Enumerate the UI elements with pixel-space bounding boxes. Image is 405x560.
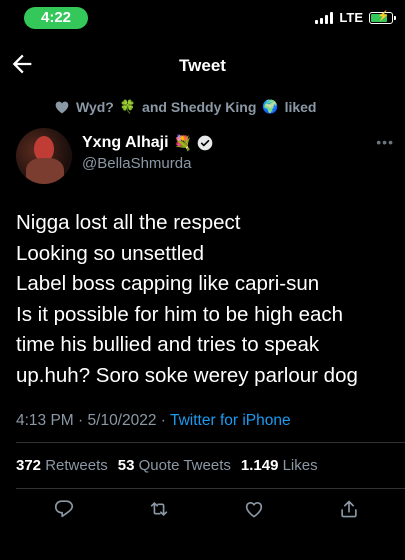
page-title: Tweet <box>179 56 226 75</box>
retweet-icon[interactable] <box>148 498 170 520</box>
tweet-source[interactable]: Twitter for iPhone <box>170 412 291 429</box>
tweet-meta: 4:13 PM · 5/10/2022 · Twitter for iPhone <box>16 412 291 429</box>
tweet-stats: 372 Retweets 53 Quote Tweets 1.149 Likes <box>16 457 318 474</box>
globe-emoji: 🌍 <box>262 99 279 114</box>
divider <box>16 488 405 489</box>
tweet-line: Label boss capping like capri-sun <box>16 272 320 295</box>
tweet-line: Nigga lost all the respect <box>16 211 241 234</box>
status-time: 4:22 <box>24 7 88 29</box>
retweets-stat[interactable]: 372 Retweets <box>16 457 108 474</box>
share-icon[interactable] <box>338 498 360 520</box>
quotes-stat[interactable]: 53 Quote Tweets <box>118 457 231 474</box>
status-bar: 4:22 LTE ⚡ <box>0 0 405 38</box>
author-name[interactable]: Yxng Alhaji <box>82 134 169 152</box>
top-nav: Tweet <box>0 48 405 84</box>
more-options-icon[interactable]: ••• <box>376 134 394 150</box>
avatar[interactable] <box>16 128 72 184</box>
social-context[interactable]: Wyd? 🍀 and Sheddy King 🌍 liked <box>54 99 316 115</box>
clover-emoji: 🍀 <box>119 99 137 114</box>
signal-icon <box>315 11 334 24</box>
network-label: LTE <box>339 10 363 25</box>
verified-badge-icon <box>197 135 213 151</box>
bouquet-emoji: 💐 <box>173 135 193 152</box>
tweet-line: Is it possible for him to be high each <box>16 302 344 326</box>
author-block[interactable]: Yxng Alhaji 💐 @BellaShmurda <box>82 134 213 172</box>
tweet-line: Looking so unsettled <box>16 241 205 265</box>
heart-icon <box>55 101 69 114</box>
tweet-date[interactable]: 5/10/2022 <box>88 412 157 429</box>
battery-icon: ⚡ <box>369 11 396 24</box>
reply-icon[interactable] <box>53 498 75 520</box>
tweet-text: Nigga lost all the respect Looking so un… <box>16 208 396 391</box>
tweet-header: Yxng Alhaji 💐 @BellaShmurda ••• <box>16 128 396 184</box>
likes-stat[interactable]: 1.149 Likes <box>241 457 318 474</box>
tweet-time[interactable]: 4:13 PM <box>16 412 74 429</box>
author-handle[interactable]: @BellaShmurda <box>82 155 213 172</box>
tweet-line: time his bullied and tries to speak <box>16 333 320 356</box>
status-right: LTE ⚡ <box>315 10 396 25</box>
social-user-1[interactable]: Wyd? <box>76 99 114 115</box>
social-action: liked <box>284 99 317 115</box>
divider <box>16 442 405 443</box>
tweet-line: up.huh? Soro soke werey parlour dog <box>16 363 358 387</box>
social-text[interactable]: and Sheddy King <box>142 99 256 115</box>
action-bar <box>0 498 405 522</box>
like-icon[interactable] <box>243 498 265 520</box>
